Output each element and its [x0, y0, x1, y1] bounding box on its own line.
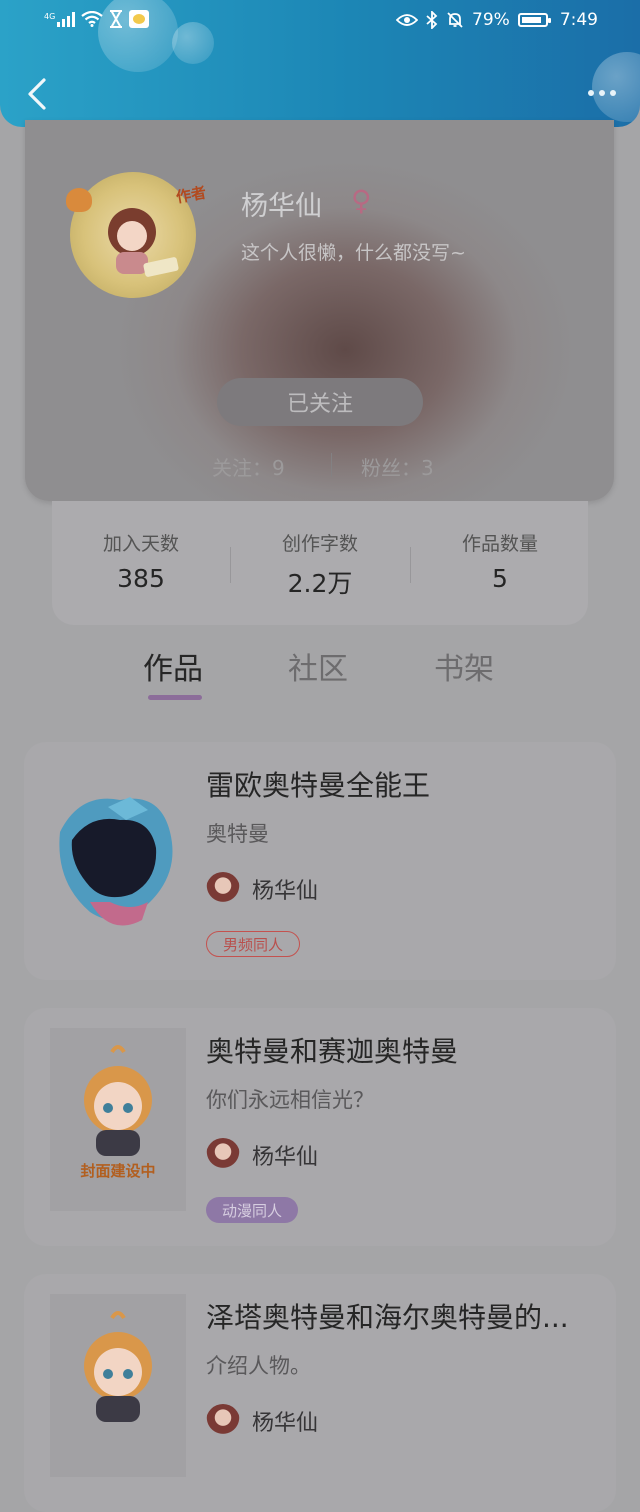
work-title: 奥特曼和赛迦奥特曼: [206, 1035, 459, 1068]
user-avatar[interactable]: 作者: [66, 172, 207, 298]
author-row: 杨华仙: [206, 1138, 318, 1172]
creator-stats-card: 加入天数 385 创作字数 2.2万 作品数量 5: [52, 501, 588, 625]
fans-count[interactable]: 粉丝：3: [361, 452, 434, 481]
bluetooth-icon: [426, 11, 438, 29]
followed-button[interactable]: 已关注: [217, 378, 423, 426]
wechat-icon: [129, 10, 150, 28]
category-tag: 男频同人: [206, 931, 301, 957]
eye-icon: [396, 14, 419, 26]
more-options-button[interactable]: [582, 80, 622, 106]
status-bar: 4G 79% 7:49: [0, 8, 640, 36]
placeholder-character-image: [84, 1311, 152, 1422]
following-count[interactable]: 关注：9: [212, 452, 285, 481]
category-tag: 动漫同人: [206, 1197, 299, 1223]
stat-work-count: 作品数量 5: [411, 529, 589, 593]
placeholder-character-image: [84, 1045, 152, 1156]
work-card[interactable]: 泽塔奥特曼和海尔奥特曼的... 介绍人物。 杨华仙: [24, 1274, 616, 1512]
work-title: 雷欧奥特曼全能王: [206, 769, 431, 802]
network-type-label: 4G: [44, 12, 56, 21]
mute-icon: [447, 12, 463, 28]
stat-value: 2.2万: [287, 569, 353, 598]
clock-time: 7:49: [559, 10, 598, 30]
back-button[interactable]: [22, 76, 56, 112]
author-name: 杨华仙: [252, 1411, 319, 1436]
chevron-left-icon: [28, 78, 46, 110]
work-cover[interactable]: [50, 1294, 186, 1477]
stat-label: 创作字数: [281, 533, 358, 555]
profile-card: 作者 杨华仙 ♀ 这个人很懒，什么都没写~ 已关注 关注：9 粉丝：3: [25, 120, 614, 501]
work-card[interactable]: 封面建设中 奥特曼和赛迦奥特曼 你们永远相信光？ 杨华仙 动漫同人: [24, 1008, 616, 1246]
follow-stats: 关注：9 粉丝：3: [25, 450, 614, 480]
work-subtitle: 你们永远相信光？: [206, 1088, 374, 1112]
tab-bookshelf[interactable]: 书架: [434, 644, 494, 688]
work-card[interactable]: 雷欧奥特曼全能王 奥特曼 杨华仙 男频同人: [24, 742, 616, 980]
user-name: 杨华仙: [241, 191, 322, 222]
top-header: 4G 79% 7:49: [0, 0, 640, 127]
active-tab-indicator: [148, 695, 202, 700]
battery-icon: [517, 13, 551, 27]
stat-word-count: 创作字数 2.2万: [231, 529, 409, 600]
author-row: 杨华仙: [206, 1404, 318, 1438]
signal-icon: 4G: [44, 11, 76, 27]
content-tabs: 作品 社区 书架: [0, 640, 640, 710]
author-avatar: [206, 872, 240, 906]
stat-value: 5: [492, 564, 508, 593]
work-cover[interactable]: 封面建设中: [50, 1028, 186, 1211]
work-title: 泽塔奥特曼和海尔奥特曼的...: [206, 1301, 569, 1334]
work-cover[interactable]: [50, 762, 186, 945]
author-row: 杨华仙: [206, 872, 318, 906]
author-avatar: [206, 1404, 240, 1438]
author-name: 杨华仙: [252, 879, 319, 904]
stat-label: 加入天数: [102, 533, 179, 555]
more-dots-icon: [588, 90, 594, 96]
female-gender-icon: ♀: [351, 184, 372, 217]
stat-join-days: 加入天数 385: [52, 529, 230, 593]
battery-percent: 79%: [472, 10, 510, 30]
wifi-icon: [81, 11, 103, 27]
work-subtitle: 奥特曼: [206, 822, 269, 846]
tab-works[interactable]: 作品: [143, 644, 203, 688]
user-bio: 这个人很懒，什么都没写~: [241, 242, 466, 264]
stat-value: 385: [117, 564, 165, 593]
cover-placeholder-text: 封面建设中: [80, 1162, 156, 1180]
work-subtitle: 介绍人物。: [206, 1354, 311, 1378]
hourglass-icon: [110, 10, 123, 28]
avatar-character-image: [108, 208, 179, 277]
author-name: 杨华仙: [252, 1145, 319, 1170]
tab-community[interactable]: 社区: [288, 644, 348, 688]
bracelet-cover-image: [59, 797, 173, 926]
stat-label: 作品数量: [461, 533, 538, 555]
author-avatar: [206, 1138, 240, 1172]
stats-divider: [331, 453, 332, 477]
